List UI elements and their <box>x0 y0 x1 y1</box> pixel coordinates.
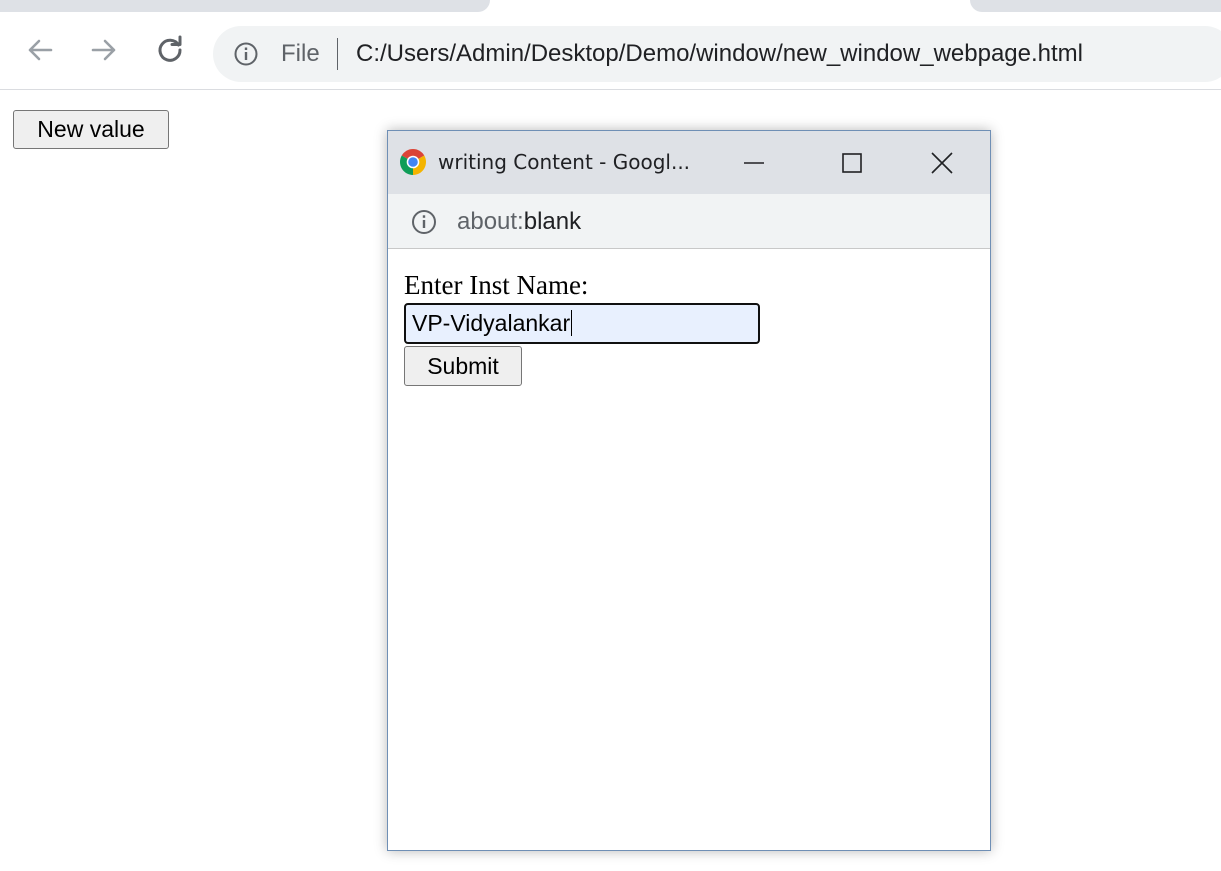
inst-name-label: Enter Inst Name: <box>404 270 589 300</box>
close-icon <box>931 152 953 174</box>
maximize-icon <box>842 153 862 173</box>
url-host: blank <box>523 208 582 235</box>
inst-name-input[interactable]: VP-Vidyalankar <box>404 303 760 344</box>
back-button[interactable] <box>22 32 58 68</box>
popup-window: writing Content - Googl... about:blank E… <box>387 130 991 851</box>
popup-url[interactable]: about:blank <box>457 207 581 237</box>
browser-window: File C:/Users/Admin/Desktop/Demo/window/… <box>0 0 1221 871</box>
inst-name-value: VP-Vidyalankar <box>412 310 571 336</box>
back-arrow-icon <box>28 39 53 61</box>
url-scheme: about: <box>457 208 524 235</box>
popup-title: writing Content - Googl... <box>438 150 691 174</box>
divider <box>337 38 338 70</box>
popup-titlebar[interactable]: writing Content - Googl... <box>388 131 990 194</box>
url-text[interactable]: C:/Users/Admin/Desktop/Demo/window/new_w… <box>356 39 1083 69</box>
minimize-icon <box>744 162 764 164</box>
tab[interactable] <box>0 0 490 12</box>
submit-button[interactable]: Submit <box>404 346 522 386</box>
address-bar[interactable]: File C:/Users/Admin/Desktop/Demo/window/… <box>213 26 1221 82</box>
chrome-logo-icon <box>399 149 427 175</box>
popup-content: Enter Inst Name: VP-Vidyalankar Submit <box>388 250 990 850</box>
minimize-button[interactable] <box>734 143 774 183</box>
reload-icon <box>158 35 182 62</box>
tab-strip <box>0 0 1221 18</box>
info-icon[interactable] <box>410 208 438 236</box>
close-button[interactable] <box>922 143 962 183</box>
forward-button[interactable] <box>86 32 122 68</box>
info-icon[interactable] <box>233 41 259 67</box>
tab[interactable] <box>970 0 1221 12</box>
new-value-button[interactable]: New value <box>13 110 169 149</box>
reload-button[interactable] <box>152 32 188 68</box>
text-caret <box>571 310 573 336</box>
forward-arrow-icon <box>91 39 116 61</box>
maximize-button[interactable] <box>832 143 872 183</box>
scheme-chip[interactable]: File <box>281 39 320 69</box>
browser-toolbar: File C:/Users/Admin/Desktop/Demo/window/… <box>0 18 1221 90</box>
popup-address-bar[interactable]: about:blank <box>388 194 990 249</box>
